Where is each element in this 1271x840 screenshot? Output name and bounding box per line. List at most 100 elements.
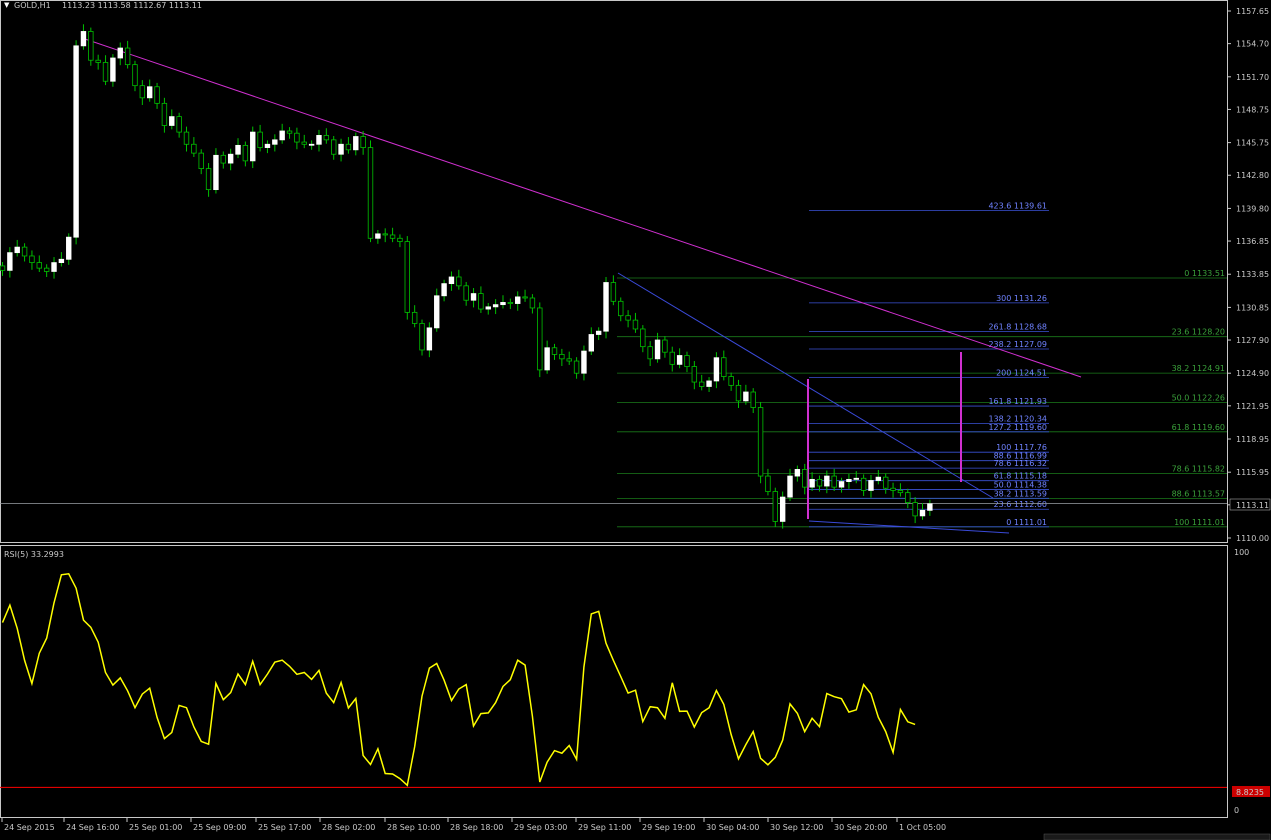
candle-body [264,143,271,148]
candle-body [890,487,896,491]
candle-body [684,355,690,367]
candle-body [772,491,778,522]
candle-body [242,144,249,162]
fib-expansion-label: 61.8 1115.18 [994,472,1047,481]
fib-expansion-label: 78.6 1116.32 [994,459,1047,468]
candle-body [883,476,889,489]
rsi-level-label: 8.8235 [1236,788,1264,797]
fib-expansion-label: 238.2 1127.09 [988,340,1047,349]
price-axis-label: 1151.70 [1236,73,1269,82]
candle-body [36,262,42,269]
fib-retracement-label: 78.6 1115.82 [1172,465,1225,474]
candle-body [824,475,830,487]
candle-body [566,358,572,362]
candle-body [220,154,226,164]
fib-expansion-label: 23.6 1112.60 [994,500,1047,509]
horizontal-scrollbar[interactable] [1043,833,1271,840]
price-axis-label: 1142.80 [1236,171,1269,180]
candle-body [80,31,87,47]
candle-body [713,357,720,382]
candle-body [227,153,234,164]
candle-body [456,276,462,287]
candle-body [14,246,20,254]
candle-body [43,267,50,272]
candle-body [492,304,499,308]
candle-body [0,265,6,271]
candle-body [721,357,727,377]
candle-body [272,139,278,145]
candle-body [161,102,168,126]
candle-body [603,282,609,332]
candle-body [757,407,764,477]
candle-body [191,143,197,154]
candle-body [595,330,602,335]
time-axis-label: 25 Sep 17:00 [258,823,311,832]
candle-body [706,380,712,387]
candle-body [838,481,845,488]
candle-body [537,307,543,371]
chart-background [0,0,1271,840]
candle-body [132,64,138,87]
fib-retracement-label: 0 1133.51 [1184,269,1225,278]
candle-body [279,130,285,141]
candle-body [353,136,359,151]
candle-body [154,86,160,104]
candle-body [750,391,756,408]
price-axis-label: 1121.95 [1236,402,1269,411]
candle-body [860,477,867,491]
time-axis-label: 29 Sep 03:00 [514,823,567,832]
candle-body [110,57,116,82]
candle-body [102,62,109,82]
trading-chart[interactable]: 0 1133.51 23.6 1128.20 38.2 1124.91 50.0 11… [0,0,1271,840]
candle-body [912,502,918,517]
price-axis-label: 1133.85 [1236,270,1269,279]
price-axis-label: 1148.75 [1236,105,1269,114]
candle-body [301,141,307,145]
fib-expansion-label: 38.2 1113.59 [994,489,1047,498]
candle-body [559,354,565,360]
candle-body [809,478,815,488]
candle-body [507,302,514,304]
candle-body [654,339,661,360]
dropdown-arrow-icon[interactable]: ▼ [4,1,10,9]
candle-body [662,339,668,353]
candle-body [853,477,859,480]
candle-body [330,139,337,155]
candle-body [183,131,190,145]
candle-body [470,293,477,301]
candle-body [544,347,550,371]
candle-body [515,296,521,304]
candle-body [338,143,344,155]
candle-body [235,144,241,155]
candle-body [419,323,425,351]
candle-body [787,475,793,498]
price-axis-label: 1157.65 [1236,7,1269,16]
candle-body [360,136,366,148]
candle-body [868,480,874,491]
price-axis-label: 1110.00 [1236,534,1269,543]
candle-body [389,234,396,239]
price-axis-label: 1118.95 [1236,435,1269,444]
candle-body [95,59,101,63]
candle-body [345,143,352,151]
candle-body [765,475,771,492]
candle-body [463,285,469,301]
price-axis-label: 1136.85 [1236,237,1269,246]
time-axis-label: 25 Sep 09:00 [193,823,246,832]
candle-body [146,86,153,99]
fib-retracement-label: 100 1111.01 [1174,518,1225,527]
time-axis-label: 30 Sep 12:00 [770,823,823,832]
fib-expansion-label: 0 1111.01 [1006,518,1047,527]
candle-body [382,233,388,236]
time-axis-label: 28 Sep 10:00 [387,823,440,832]
price-axis-label: 1115.95 [1236,468,1269,477]
candle-body [573,360,580,374]
candle-body [905,492,911,504]
candle-body [294,132,300,143]
time-axis-label: 29 Sep 11:00 [578,823,631,832]
candle-body [73,45,79,238]
time-axis-label: 28 Sep 18:00 [450,823,503,832]
price-axis-label: 1139.80 [1236,204,1269,213]
candle-body [743,391,749,402]
candle-body [308,143,315,146]
